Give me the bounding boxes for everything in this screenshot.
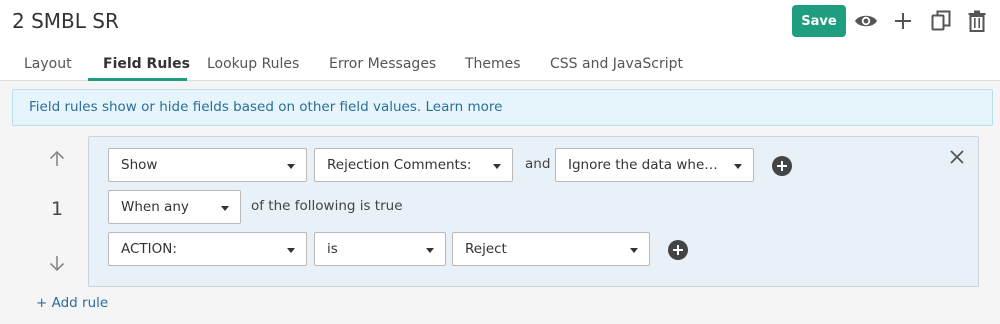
tab-css-and-javascript[interactable]: CSS and JavaScript	[550, 48, 683, 81]
chevron-down-icon	[426, 248, 434, 253]
save-button[interactable]: Save	[792, 5, 846, 37]
condition-operator-value: is	[327, 241, 338, 257]
tab-field-rules[interactable]: Field Rules	[88, 48, 190, 81]
trash-icon[interactable]	[964, 9, 990, 33]
condition-value-value: Reject	[465, 241, 507, 257]
eye-icon[interactable]	[853, 9, 879, 33]
and-label: and	[525, 156, 551, 172]
match-select-value: When any	[121, 199, 189, 215]
condition-field-value: ACTION:	[121, 241, 177, 257]
chevron-down-icon	[734, 164, 742, 169]
tab-lookup-rules[interactable]: Lookup Rules	[207, 48, 299, 81]
chevron-down-icon	[221, 206, 229, 211]
add-rule-link[interactable]: + Add rule	[36, 295, 108, 311]
chevron-down-icon	[493, 164, 501, 169]
close-icon[interactable]	[947, 147, 967, 167]
rule-number: 1	[50, 198, 64, 220]
info-banner: Field rules show or hide fields based on…	[12, 89, 993, 126]
page-title: 2 SMBL SR	[12, 9, 119, 33]
info-text: Field rules show or hide fields based on…	[29, 99, 422, 115]
data-handling-select[interactable]: Ignore the data when t...	[555, 148, 754, 182]
chevron-down-icon	[287, 164, 295, 169]
header-bar: 2 SMBL SR Save Layout Field Rules Lookup…	[0, 0, 1000, 81]
action-select[interactable]: Show	[108, 148, 307, 182]
active-tab-indicator	[88, 78, 187, 81]
field-select-value: Rejection Comments:	[327, 157, 472, 173]
data-handling-select-value: Ignore the data when t...	[568, 157, 725, 173]
chevron-down-icon	[630, 248, 638, 253]
add-action-icon[interactable]	[772, 156, 792, 176]
add-condition-icon[interactable]	[668, 240, 688, 260]
copy-icon[interactable]	[928, 9, 954, 33]
match-select[interactable]: When any	[108, 190, 241, 224]
condition-value-select[interactable]: Reject	[452, 232, 650, 266]
action-select-value: Show	[121, 157, 158, 173]
field-select[interactable]: Rejection Comments:	[314, 148, 513, 182]
condition-field-select[interactable]: ACTION:	[108, 232, 307, 266]
tab-error-messages[interactable]: Error Messages	[329, 48, 436, 81]
plus-icon[interactable]	[890, 9, 916, 33]
match-suffix-label: of the following is true	[251, 198, 403, 214]
condition-operator-select[interactable]: is	[314, 232, 446, 266]
chevron-down-icon	[287, 248, 295, 253]
tab-themes[interactable]: Themes	[465, 48, 521, 81]
learn-more-link[interactable]: Learn more	[425, 99, 502, 115]
move-down-icon[interactable]	[44, 254, 70, 276]
move-up-icon[interactable]	[44, 150, 70, 172]
tab-layout[interactable]: Layout	[24, 48, 72, 81]
